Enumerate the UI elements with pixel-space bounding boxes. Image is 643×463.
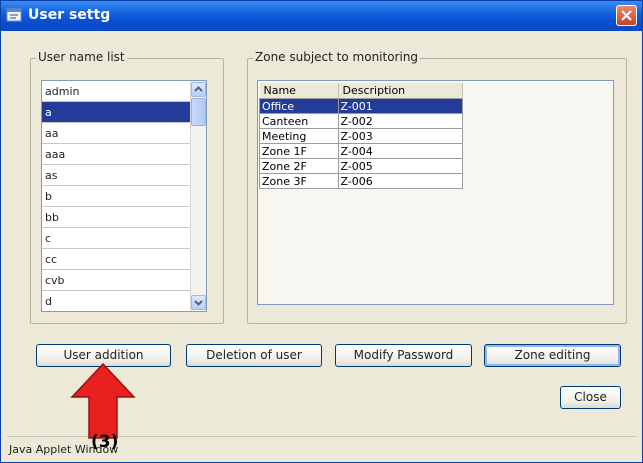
zone-description-cell: Z-005 bbox=[337, 158, 463, 174]
title-bar[interactable]: User settg bbox=[1, 1, 642, 31]
list-item[interactable]: bb bbox=[42, 207, 193, 228]
list-item[interactable]: d bbox=[42, 291, 193, 311]
table-row[interactable]: Zone 3F Z-006 bbox=[259, 173, 463, 189]
close-button[interactable]: Close bbox=[560, 386, 621, 409]
zone-name-cell: Zone 1F bbox=[259, 143, 339, 159]
zone-name-cell: Office bbox=[259, 98, 339, 114]
zone-description-cell: Z-001 bbox=[337, 98, 463, 114]
table-row[interactable]: Canteen Z-002 bbox=[259, 113, 463, 129]
list-item[interactable]: aa bbox=[42, 123, 193, 144]
chevron-up-icon bbox=[194, 86, 203, 92]
table-row[interactable]: Zone 1F Z-004 bbox=[259, 143, 463, 159]
chevron-down-icon bbox=[194, 300, 203, 306]
zone-table[interactable]: Name Description Office Z-001 Canteen Z-002… bbox=[259, 83, 463, 189]
scroll-down-button[interactable] bbox=[191, 295, 206, 310]
annotation-step-label: (3) bbox=[91, 432, 119, 452]
table-row[interactable]: Zone 2F Z-005 bbox=[259, 158, 463, 174]
zone-name-cell: Canteen bbox=[259, 113, 339, 129]
user-name-list[interactable]: admin a aa aaa as b bb c cc cvb d bbox=[41, 80, 207, 312]
close-icon bbox=[621, 10, 632, 21]
user-name-list-label: User name list bbox=[36, 50, 127, 64]
zone-description-cell: Z-006 bbox=[337, 173, 463, 189]
list-item[interactable]: cvb bbox=[42, 270, 193, 291]
deletion-of-user-button[interactable]: Deletion of user bbox=[186, 344, 322, 367]
list-item[interactable]: admin bbox=[42, 81, 193, 102]
annotation-arrow-icon bbox=[70, 363, 136, 439]
list-item[interactable]: cc bbox=[42, 249, 193, 270]
table-row[interactable]: Meeting Z-003 bbox=[259, 128, 463, 144]
zone-name-cell: Meeting bbox=[259, 128, 339, 144]
table-row[interactable]: Office Z-001 bbox=[259, 98, 463, 114]
list-item[interactable]: a bbox=[42, 102, 193, 123]
list-item[interactable]: b bbox=[42, 186, 193, 207]
column-header-name[interactable]: Name bbox=[259, 83, 339, 99]
scroll-up-button[interactable] bbox=[191, 82, 206, 97]
scroll-thumb[interactable] bbox=[191, 98, 206, 126]
column-header-description[interactable]: Description bbox=[338, 83, 463, 99]
close-window-button[interactable] bbox=[616, 5, 637, 26]
java-app-icon bbox=[6, 8, 22, 22]
window-title: User settg bbox=[28, 7, 111, 23]
zone-table-area[interactable]: Name Description Office Z-001 Canteen Z-002… bbox=[257, 80, 614, 305]
zone-description-cell: Z-002 bbox=[337, 113, 463, 129]
zone-name-cell: Zone 3F bbox=[259, 173, 339, 189]
zone-monitoring-label: Zone subject to monitoring bbox=[253, 50, 421, 64]
user-list-scrollbar[interactable] bbox=[190, 81, 206, 311]
list-item[interactable]: as bbox=[42, 165, 193, 186]
list-item[interactable]: aaa bbox=[42, 144, 193, 165]
modify-password-button[interactable]: Modify Password bbox=[335, 344, 472, 367]
zone-description-cell: Z-004 bbox=[337, 143, 463, 159]
zone-description-cell: Z-003 bbox=[337, 128, 463, 144]
zone-editing-button[interactable]: Zone editing bbox=[484, 344, 621, 367]
zone-name-cell: Zone 2F bbox=[259, 158, 339, 174]
list-item[interactable]: c bbox=[42, 228, 193, 249]
